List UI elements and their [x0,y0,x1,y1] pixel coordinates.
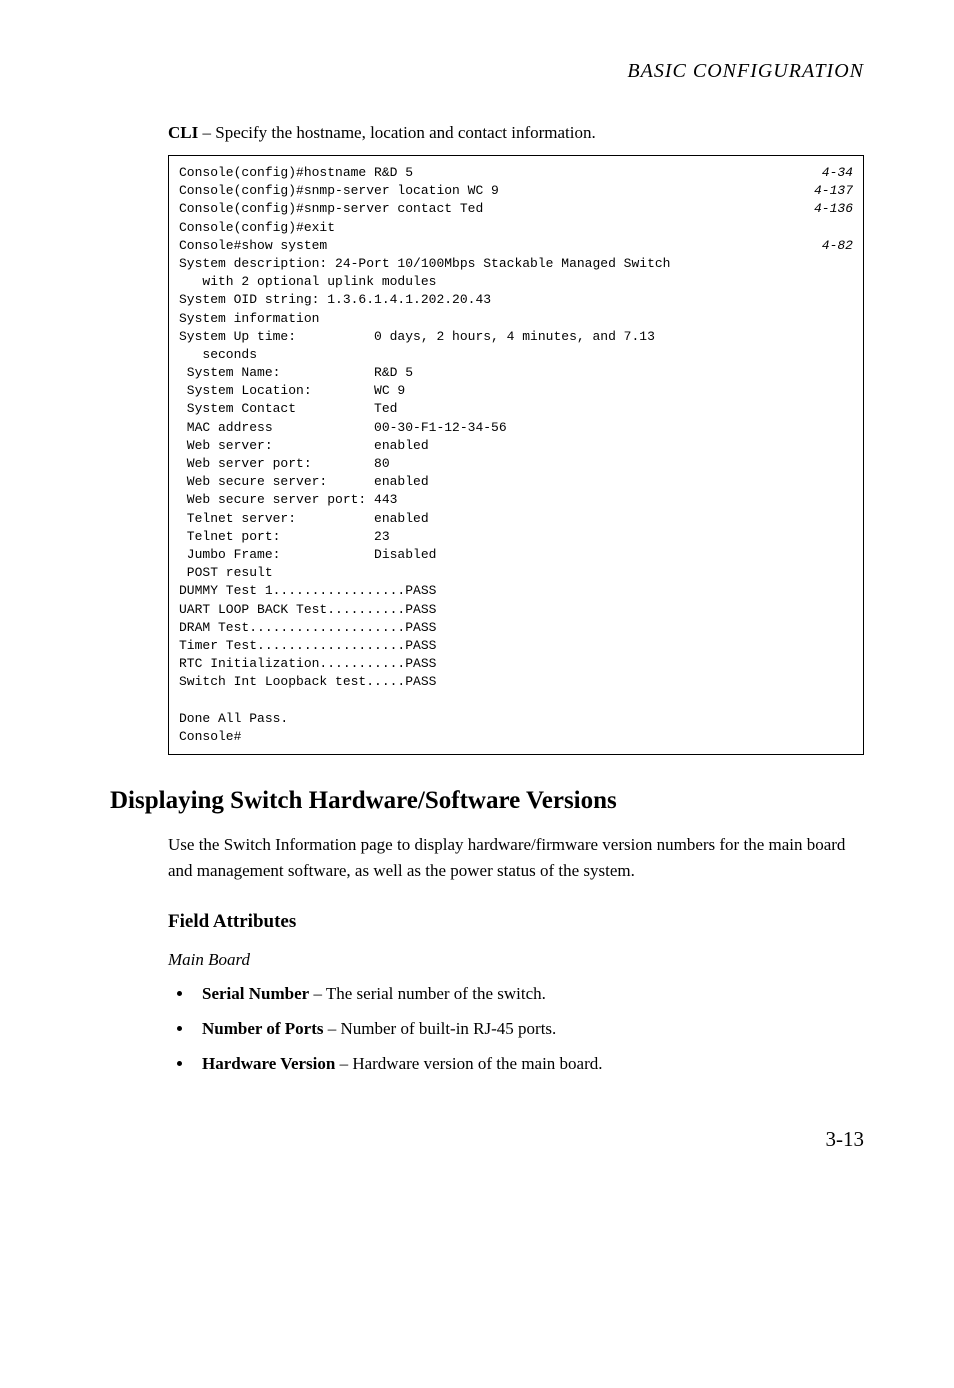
code-text: Console(config)#snmp-server location WC … [179,183,499,198]
code-line: Telnet server: enabled [179,510,853,528]
code-ref: 4-82 [822,237,853,255]
code-text: System information [179,311,319,326]
code-text: Telnet server: enabled [179,511,429,526]
code-text: Web secure server port: 443 [179,492,397,507]
code-line: with 2 optional uplink modules [179,273,853,291]
code-line: System Location: WC 9 [179,382,853,400]
code-text: System OID string: 1.3.6.1.4.1.202.20.43 [179,292,491,307]
code-line: System OID string: 1.3.6.1.4.1.202.20.43 [179,291,853,309]
code-line: System Name: R&D 5 [179,364,853,382]
code-text: seconds [179,347,257,362]
code-text: Console(config)#exit [179,220,335,235]
code-line: Console# [179,728,853,746]
code-line: UART LOOP BACK Test..........PASS [179,601,853,619]
code-text: Jumbo Frame: Disabled [179,547,436,562]
bullet-bold: Number of Ports [202,1019,324,1038]
code-text: System description: 24-Port 10/100Mbps S… [179,256,670,271]
code-line: Web secure server port: 443 [179,491,853,509]
code-text: Console(config)#snmp-server contact Ted [179,201,483,216]
code-line: MAC address 00-30-F1-12-34-56 [179,419,853,437]
code-line: Web secure server: enabled [179,473,853,491]
intro-rest: – Specify the hostname, location and con… [198,123,596,142]
code-text: Telnet port: 23 [179,529,390,544]
code-line: 4-137 Console(config)#snmp-server locatio… [179,182,853,200]
bullet-rest: – Number of built-in RJ-45 ports. [324,1019,557,1038]
bullet-bold: Hardware Version [202,1054,335,1073]
code-line: Telnet port: 23 [179,528,853,546]
code-text: POST result [179,565,273,580]
bullet-bold: Serial Number [202,984,309,1003]
code-text: UART LOOP BACK Test..........PASS [179,602,436,617]
code-line: Web server: enabled [179,437,853,455]
code-text: Web secure server: enabled [179,474,429,489]
code-text: DRAM Test....................PASS [179,620,436,635]
bullet-list: Serial Number – The serial number of the… [168,980,864,1079]
code-text: Done All Pass. [179,711,288,726]
code-line: System information [179,310,853,328]
code-text: System Location: WC 9 [179,383,405,398]
bullet-rest: – The serial number of the switch. [309,984,546,1003]
bullet-rest: – Hardware version of the main board. [335,1054,602,1073]
code-ref: 4-137 [814,182,853,200]
code-line: System description: 24-Port 10/100Mbps S… [179,255,853,273]
code-line: seconds [179,346,853,364]
list-item: Serial Number – The serial number of the… [194,980,864,1009]
page-header: BASIC CONFIGURATION [110,60,864,83]
code-line: Web server port: 80 [179,455,853,473]
main-board-label: Main Board [168,950,864,970]
code-text: DUMMY Test 1.................PASS [179,583,436,598]
code-text [179,692,187,707]
code-text: Console(config)#hostname R&D 5 [179,165,413,180]
section-body: Use the Switch Information page to displ… [168,832,864,883]
code-line: DRAM Test....................PASS [179,619,853,637]
code-text: Console#show system [179,238,327,253]
page-number: 3-13 [110,1127,864,1152]
code-text: System Up time: 0 days, 2 hours, 4 minut… [179,329,655,344]
field-attributes-heading: Field Attributes [168,911,864,933]
code-line: POST result [179,564,853,582]
code-text: RTC Initialization...........PASS [179,656,436,671]
code-text: System Name: R&D 5 [179,365,413,380]
code-line: System Contact Ted [179,400,853,418]
code-line: 4-34 Console(config)#hostname R&D 5 [179,164,853,182]
section-heading: Displaying Switch Hardware/Software Vers… [110,787,864,815]
code-line: 4-136 Console(config)#snmp-server contact… [179,200,853,218]
code-line: Timer Test...................PASS [179,637,853,655]
code-text: Timer Test...................PASS [179,638,436,653]
code-text: Web server port: 80 [179,456,390,471]
code-line: System Up time: 0 days, 2 hours, 4 minut… [179,328,853,346]
code-text: with 2 optional uplink modules [179,274,436,289]
code-line: Done All Pass. [179,710,853,728]
code-line: 4-82 Console#show system [179,237,853,255]
list-item: Number of Ports – Number of built-in RJ-… [194,1015,864,1044]
list-item: Hardware Version – Hardware version of t… [194,1050,864,1079]
code-ref: 4-136 [814,200,853,218]
code-line: Jumbo Frame: Disabled [179,546,853,564]
code-line: RTC Initialization...........PASS [179,655,853,673]
intro-paragraph: CLI – Specify the hostname, location and… [168,123,864,143]
code-line: Switch Int Loopback test.....PASS [179,673,853,691]
code-ref: 4-34 [822,164,853,182]
code-text: Switch Int Loopback test.....PASS [179,674,436,689]
code-text: System Contact Ted [179,401,397,416]
code-line [179,691,853,709]
code-line: Console(config)#exit [179,219,853,237]
code-text: Web server: enabled [179,438,429,453]
cli-code-block: 4-34 Console(config)#hostname R&D 5 4-137 C… [168,155,864,755]
code-text: Console# [179,729,241,744]
code-text: MAC address 00-30-F1-12-34-56 [179,420,507,435]
code-line: DUMMY Test 1.................PASS [179,582,853,600]
intro-bold: CLI [168,123,198,142]
